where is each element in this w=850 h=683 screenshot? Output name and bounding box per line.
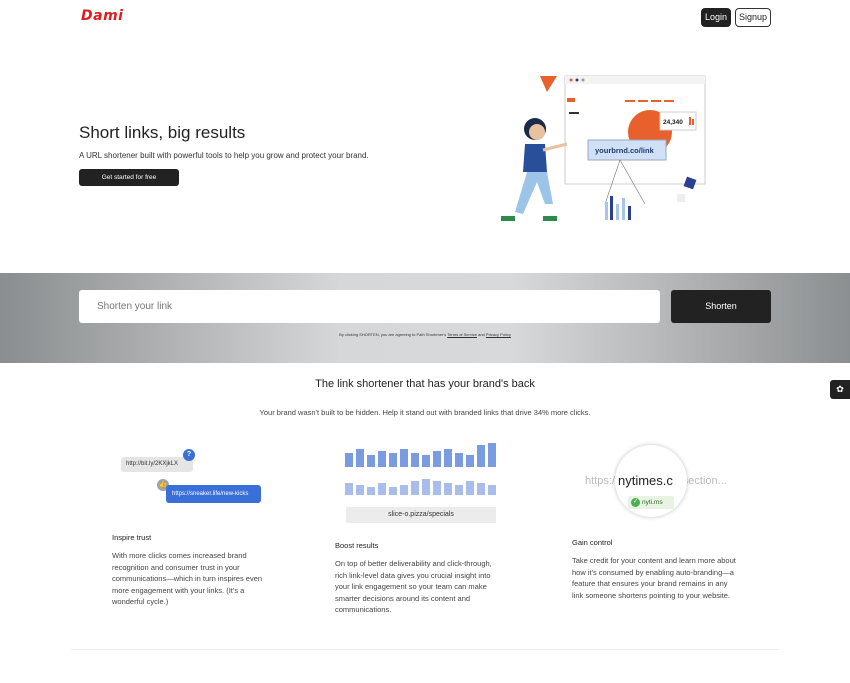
bar-bottom [433, 481, 441, 495]
bar-top [488, 443, 496, 467]
slice-link-box: slice-o.pizza/specials [346, 507, 496, 523]
bar-bottom [356, 485, 364, 495]
feature-body-control: Take credit for your content and learn m… [572, 556, 736, 600]
bar-top [466, 455, 474, 467]
bar-top [400, 449, 408, 467]
footer-divider [71, 649, 779, 650]
hero-title: Short links, big results [79, 123, 246, 142]
branded-short-link: ✓ nyti.ms [628, 496, 674, 509]
feature-title-control: Gain control [572, 538, 613, 547]
get-started-button[interactable]: Get started for free [79, 169, 179, 186]
results-bar-graphic [345, 441, 497, 497]
magnified-domain: nytimes.c [618, 473, 673, 488]
bar-top [455, 453, 463, 467]
shorten-button[interactable]: Shorten [671, 290, 771, 323]
bar-top [444, 449, 452, 467]
brand-logo[interactable]: Dami [81, 8, 123, 24]
terms-disclaimer: By clicking SHORTEN, you are agreeing to… [0, 332, 850, 337]
illustration-link: yourbrnd.co/link [595, 146, 655, 155]
bar-top [345, 453, 353, 467]
bar-bottom [345, 483, 353, 495]
bar-bottom [422, 479, 430, 495]
bar-top [422, 455, 430, 467]
disclaimer-text: By clicking SHORTEN, you are agreeing to… [339, 332, 447, 337]
login-button[interactable]: Login [701, 8, 731, 27]
bar-top [389, 453, 397, 467]
feature-body-trust: With more clicks comes increased brand r… [112, 551, 263, 606]
feature-body-results: On top of better deliverability and clic… [335, 559, 492, 614]
bar-top [356, 449, 364, 467]
bar-bottom [466, 481, 474, 495]
question-icon: ? [183, 449, 195, 461]
bar-top [411, 453, 419, 467]
hero-subtitle: A URL shortener built with powerful tool… [79, 151, 369, 160]
shorten-link-input[interactable] [79, 290, 660, 323]
bar-top [477, 445, 485, 467]
leaf-icon[interactable]: ✿ [830, 380, 850, 399]
bar-top [433, 451, 441, 467]
section-title: The link shortener that has your brand's… [315, 378, 535, 390]
check-icon: ✓ [631, 498, 640, 507]
section-subtitle: Your brand wasn't built to be hidden. He… [259, 408, 591, 417]
bar-bottom [444, 483, 452, 495]
bar-bottom [367, 487, 375, 495]
bar-bottom [400, 485, 408, 495]
feature-title-trust: Inspire trust [112, 533, 152, 542]
bar-bottom [488, 485, 496, 495]
bar-bottom [389, 487, 397, 495]
branded-link-bubble: https://sneaker.life/new-kicks [166, 485, 261, 503]
privacy-link[interactable]: Privacy Policy [486, 332, 511, 337]
bar-bottom [378, 483, 386, 495]
feature-title-results: Boost results [335, 541, 379, 550]
bar-bottom [477, 483, 485, 495]
bar-bottom [455, 485, 463, 495]
illustration-count: 24,340 [663, 119, 683, 126]
bar-top [378, 451, 386, 467]
bar-bottom [411, 481, 419, 495]
terms-link[interactable]: Terms of Service [447, 332, 477, 337]
signup-button[interactable]: Signup [735, 8, 771, 27]
disclaimer-and: and [478, 332, 485, 337]
bar-top [367, 455, 375, 467]
site-header: Dami Login Signup [0, 0, 850, 36]
short-link-bubble: http://bit.ly/2KXjkLX [121, 457, 193, 472]
short-domain: nyti.ms [642, 499, 663, 506]
hero-illustration: 24,340 yourbrnd.co/link [501, 75, 706, 221]
